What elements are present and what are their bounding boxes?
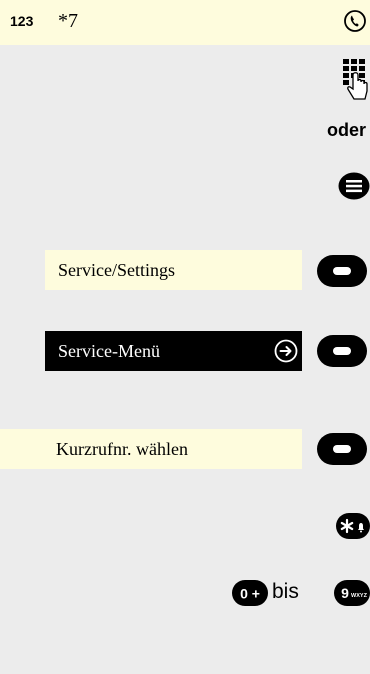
- softkey-button[interactable]: [317, 255, 367, 287]
- menu-item-label: Kurzrufnr. wählen: [56, 438, 188, 459]
- dialpad-press-icon: [343, 59, 368, 100]
- range-word: bis: [272, 580, 299, 603]
- nine-key-label: 9: [341, 585, 349, 601]
- menu-item-label: Service/Settings: [58, 259, 175, 280]
- phone-handset-icon[interactable]: [344, 10, 366, 32]
- menu-item-service-menu[interactable]: Service-Menü: [45, 331, 302, 371]
- menu-item-label: Service-Menü: [58, 340, 160, 361]
- nine-key-sublabel: WXYZ: [351, 593, 368, 599]
- dialed-digits: *7: [58, 10, 78, 32]
- or-label: oder: [327, 120, 367, 140]
- softkey-button[interactable]: [317, 433, 367, 465]
- softkey-button[interactable]: [317, 335, 367, 367]
- dial-header-bar: [0, 0, 370, 45]
- zero-key-label: 0 +: [240, 586, 260, 602]
- menu-key-icon[interactable]: [338, 172, 370, 200]
- arrow-right-icon: [274, 339, 298, 363]
- menu-item-service-settings[interactable]: Service/Settings: [45, 250, 302, 290]
- nine-key-icon[interactable]: 9 WXYZ: [334, 580, 370, 606]
- menu-item-speed-dial[interactable]: Kurzrufnr. wählen: [0, 429, 302, 469]
- star-key-icon[interactable]: [336, 513, 370, 539]
- zero-key-icon[interactable]: 0 +: [232, 580, 268, 606]
- number-label: 123: [10, 13, 34, 29]
